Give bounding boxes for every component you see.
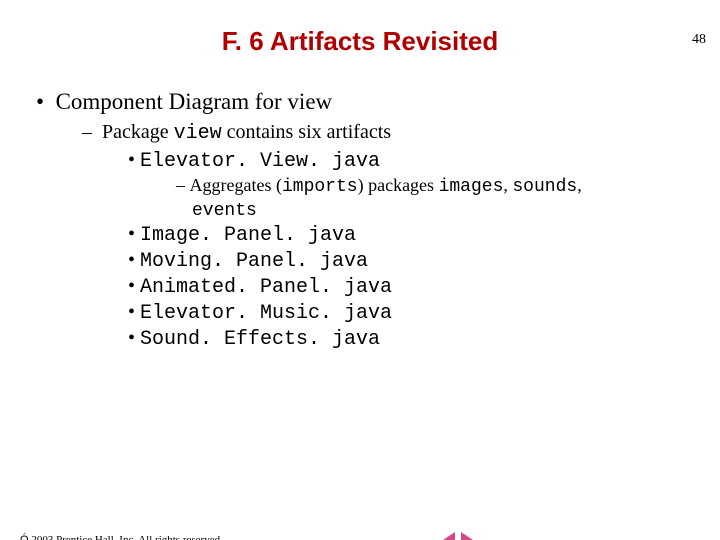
lvl2-code: view: [174, 122, 222, 145]
copyright-symbol: Ó: [20, 534, 29, 540]
agg-sep2: ,: [577, 175, 582, 195]
lvl2-prefix: Package: [102, 121, 174, 143]
slide-content: • Component Diagram for view – Package v…: [36, 89, 700, 351]
agg-mid: ) packages: [358, 175, 439, 195]
copyright-text: Ó 2003 Prentice Hall, Inc. All rights re…: [20, 534, 223, 540]
item3-text: Moving. Panel. java: [140, 250, 368, 273]
item6-text: Sound. Effects. java: [140, 328, 380, 351]
agg-images: images: [439, 177, 504, 197]
next-arrow-icon[interactable]: [461, 532, 473, 540]
item5-text: Elevator. Music. java: [140, 302, 392, 325]
bullet-item-4: • Animated. Panel. java: [128, 275, 700, 299]
slide-title: F. 6 Artifacts Revisited: [0, 26, 720, 57]
bullet-level2: – Package view contains six artifacts: [82, 121, 700, 145]
bullet-item-6: • Sound. Effects. java: [128, 327, 700, 351]
bullet-item-1: • Elevator. View. java: [128, 149, 700, 173]
prev-arrow-icon[interactable]: [443, 532, 455, 540]
item4-text: Animated. Panel. java: [140, 276, 392, 299]
agg-events: events: [192, 201, 257, 221]
bullet-item-5: • Elevator. Music. java: [128, 301, 700, 325]
nav-arrows: [443, 532, 473, 540]
bullet-aggregates-cont: events: [192, 199, 700, 221]
page-number: 48: [692, 32, 706, 48]
lvl2-suffix: contains six artifacts: [222, 121, 391, 143]
item1-text: Elevator. View. java: [140, 150, 380, 173]
item2-text: Image. Panel. java: [140, 224, 356, 247]
agg-imports: imports: [282, 177, 358, 197]
agg-prefix: Aggregates (: [190, 175, 282, 195]
bullet-item-3: • Moving. Panel. java: [128, 249, 700, 273]
bullet-item-2: • Image. Panel. java: [128, 223, 700, 247]
footer: Ó 2003 Prentice Hall, Inc. All rights re…: [20, 532, 473, 540]
copyright-body: 2003 Prentice Hall, Inc. All rights rese…: [29, 534, 223, 540]
lvl1-text: Component Diagram for view: [56, 89, 333, 114]
agg-sounds: sounds: [512, 177, 577, 197]
bullet-level1: • Component Diagram for view: [36, 89, 700, 115]
bullet-aggregates: – Aggregates (imports) packages images, …: [176, 175, 700, 197]
